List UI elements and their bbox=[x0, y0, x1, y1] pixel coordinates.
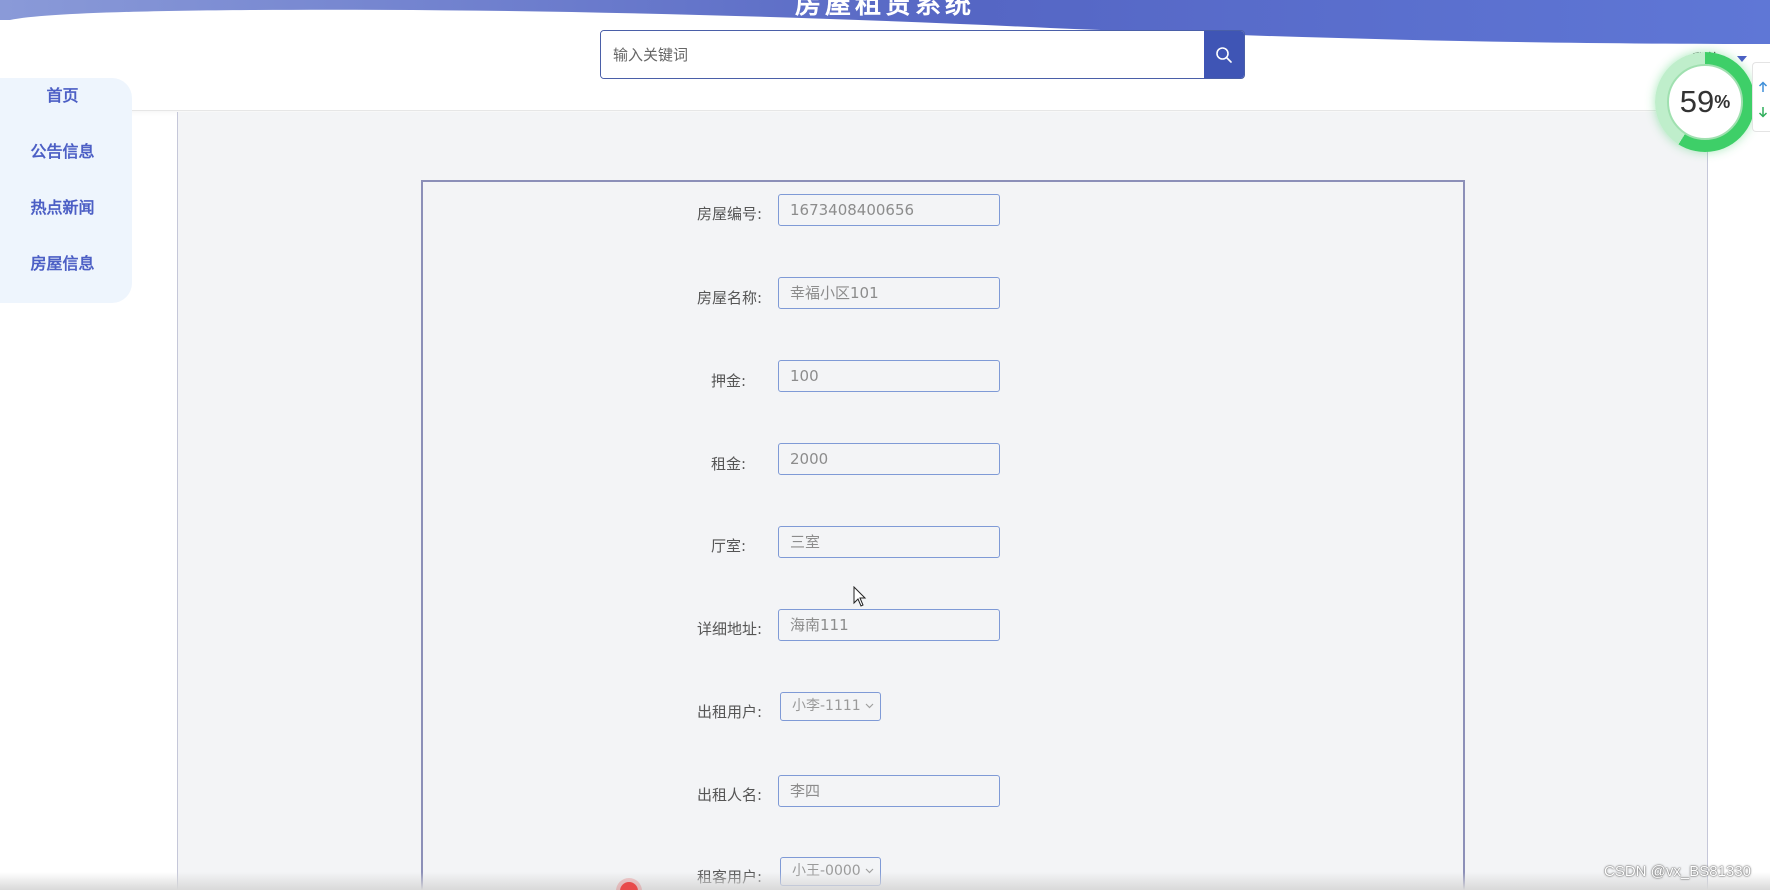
sidebar-item-announcements[interactable]: 公告信息 bbox=[0, 138, 125, 162]
field-label-rent: 租金: bbox=[710, 455, 746, 473]
address-field[interactable]: 海南111 bbox=[778, 609, 1000, 641]
sidebar-item-housing[interactable]: 房屋信息 bbox=[0, 250, 125, 274]
network-speed-widget[interactable] bbox=[1752, 62, 1770, 132]
sidebar-item-home[interactable]: 首页 bbox=[0, 82, 125, 106]
chevron-down-icon bbox=[865, 703, 874, 709]
search-icon bbox=[1216, 46, 1232, 63]
rooms-field[interactable]: 三室 bbox=[778, 526, 1000, 558]
caret-down-icon[interactable] bbox=[1737, 56, 1747, 62]
rent-field[interactable]: 2000 bbox=[778, 443, 1000, 475]
page: 房屋租赁系统 首页 公告信息 热点新闻 房屋信息 房屋编号: 167340840… bbox=[0, 0, 1770, 890]
progress-ring[interactable]: 59% bbox=[1655, 52, 1755, 152]
progress-unit: % bbox=[1714, 91, 1731, 112]
house-id-field[interactable]: 1673408400656 bbox=[778, 194, 1000, 226]
landlord-name-field[interactable]: 李四 bbox=[778, 775, 1000, 807]
search-input[interactable] bbox=[601, 31, 1204, 78]
field-label-deposit: 押金: bbox=[710, 372, 746, 390]
sidebar-nav: 首页 公告信息 热点新闻 房屋信息 bbox=[0, 78, 132, 303]
bottom-shadow bbox=[0, 872, 1770, 890]
watermark: CSDN @vx_BS81330 bbox=[1604, 863, 1751, 880]
search-bar bbox=[600, 30, 1245, 79]
field-label-house-name: 房屋名称: bbox=[696, 289, 762, 307]
arrow-up-icon bbox=[1758, 81, 1768, 92]
progress-inner: 59% bbox=[1667, 64, 1743, 140]
field-label-landlord-user: 出租用户: bbox=[696, 703, 762, 721]
sidebar-item-hot-news[interactable]: 热点新闻 bbox=[0, 194, 125, 218]
field-label-rooms: 厅室: bbox=[710, 537, 746, 555]
site-title: 房屋租赁系统 bbox=[794, 0, 975, 20]
landlord-user-select-value: 小李-1111 bbox=[792, 698, 861, 714]
house-name-field[interactable]: 幸福小区101 bbox=[778, 277, 1000, 309]
field-label-address: 详细地址: bbox=[696, 620, 762, 638]
field-label-house-id: 房屋编号: bbox=[696, 205, 762, 223]
search-button[interactable] bbox=[1204, 31, 1244, 78]
deposit-field[interactable]: 100 bbox=[778, 360, 1000, 392]
progress-value: 59 bbox=[1679, 84, 1715, 119]
landlord-user-select[interactable]: 小李-1111 bbox=[780, 692, 881, 721]
arrow-down-icon bbox=[1758, 107, 1768, 118]
mouse-cursor-icon bbox=[853, 586, 867, 607]
field-label-landlord-name: 出租人名: bbox=[696, 786, 762, 804]
